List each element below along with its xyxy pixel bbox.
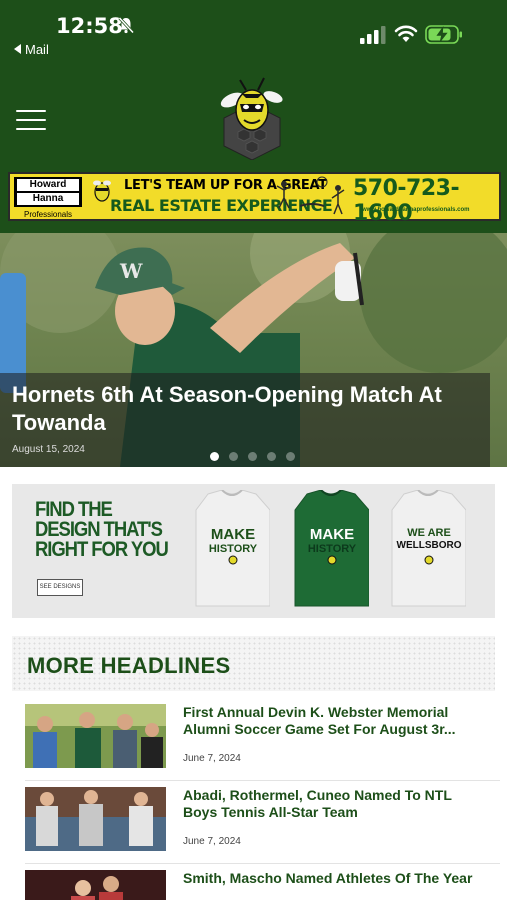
news-title[interactable]: First Annual Devin K. Webster Memorial A… — [183, 704, 483, 738]
svg-text:W: W — [119, 259, 143, 283]
shirt1-line1: MAKE — [211, 526, 255, 543]
carousel-pagination — [210, 448, 305, 461]
sponsor-url: www.howardhannaprofessionals.com — [362, 207, 470, 213]
bell-muted-icon — [118, 16, 135, 34]
news-title[interactable]: Smith, Mascho Named Athletes Of The Year — [183, 870, 483, 887]
list-item[interactable]: First Annual Devin K. Webster Memorial A… — [25, 704, 500, 776]
more-headlines-title: MORE HEADLINES — [27, 653, 231, 678]
hamburger-menu-icon[interactable] — [16, 110, 46, 132]
shirt3-line1: WE ARE — [407, 527, 451, 539]
bee-icon — [93, 180, 111, 202]
featured-story-carousel[interactable]: W Hornets 6th At Season-Opening Match At… — [0, 233, 507, 467]
battery-charging-icon — [425, 25, 462, 44]
shirt-green-make-history: MAKE HISTORY — [294, 490, 369, 607]
sponsor-logo-line2: Hanna — [17, 193, 79, 205]
carousel-dot-2[interactable] — [229, 452, 238, 461]
back-arrow-icon — [14, 44, 21, 54]
shirt2-line1: MAKE — [310, 526, 354, 543]
news-thumbnail — [25, 870, 166, 900]
app-header: 12:58 Mail Howard Hanna Professionals LE… — [0, 0, 507, 233]
back-mail-label: Mail — [25, 42, 49, 57]
sponsor-banner[interactable]: Howard Hanna Professionals LET'S TEAM UP… — [8, 172, 501, 226]
shirt-white-we-are-wellsboro: WE ARE WELLSBORO — [391, 490, 466, 607]
shirt1-line2: HISTORY — [209, 543, 258, 555]
carousel-dot-3[interactable] — [248, 452, 257, 461]
news-date: June 7, 2024 — [183, 753, 241, 764]
more-headlines-header: MORE HEADLINES — [12, 636, 495, 691]
wifi-icon — [394, 25, 418, 42]
carousel-dot-5[interactable] — [286, 452, 295, 461]
shirt-white-make-history: MAKE HISTORY — [195, 490, 270, 607]
status-time: 12:58 — [56, 14, 123, 38]
list-item[interactable]: Abadi, Rothermel, Cuneo Named To NTL Boy… — [25, 787, 500, 859]
see-designs-button[interactable]: SEE DESIGNS — [37, 579, 83, 596]
carousel-dot-4[interactable] — [267, 452, 276, 461]
hornet-mascot-logo[interactable] — [218, 74, 286, 160]
shirt3-line2: WELLSBORO — [397, 540, 462, 551]
news-date: June 7, 2024 — [183, 836, 241, 847]
list-divider — [25, 780, 500, 781]
ad-headline-line1: FIND THE — [35, 498, 113, 521]
news-thumbnail — [25, 704, 166, 768]
list-divider — [25, 863, 500, 864]
hero-date: August 15, 2024 — [12, 444, 85, 455]
news-thumbnail — [25, 787, 166, 851]
ad-headline-line2: DESIGN THAT'S — [35, 518, 163, 541]
carousel-dot-1[interactable] — [210, 452, 219, 461]
sports-silhouettes-icon — [276, 176, 345, 215]
sponsor-logo-line1: Howard — [17, 179, 79, 191]
hero-headline[interactable]: Hornets 6th At Season-Opening Match At T… — [12, 381, 492, 437]
shirt2-line2: HISTORY — [308, 543, 357, 555]
shirt-design-ad[interactable]: FIND THE DESIGN THAT'S RIGHT FOR YOU SEE… — [12, 484, 495, 618]
sponsor-phone: 570-723-1600 — [353, 176, 460, 226]
ad-headline: FIND THE DESIGN THAT'S RIGHT FOR YOU — [35, 498, 169, 561]
sponsor-logo-sub: Professionals — [24, 210, 73, 219]
howard-hanna-logo: Howard Hanna Professionals — [14, 177, 86, 219]
ad-headline-line3: RIGHT FOR YOU — [35, 538, 169, 561]
cellular-signal-icon — [360, 26, 386, 44]
news-title[interactable]: Abadi, Rothermel, Cuneo Named To NTL Boy… — [183, 787, 483, 821]
list-item[interactable]: Smith, Mascho Named Athletes Of The Year — [25, 870, 500, 900]
back-to-mail-link[interactable]: Mail — [14, 42, 49, 57]
